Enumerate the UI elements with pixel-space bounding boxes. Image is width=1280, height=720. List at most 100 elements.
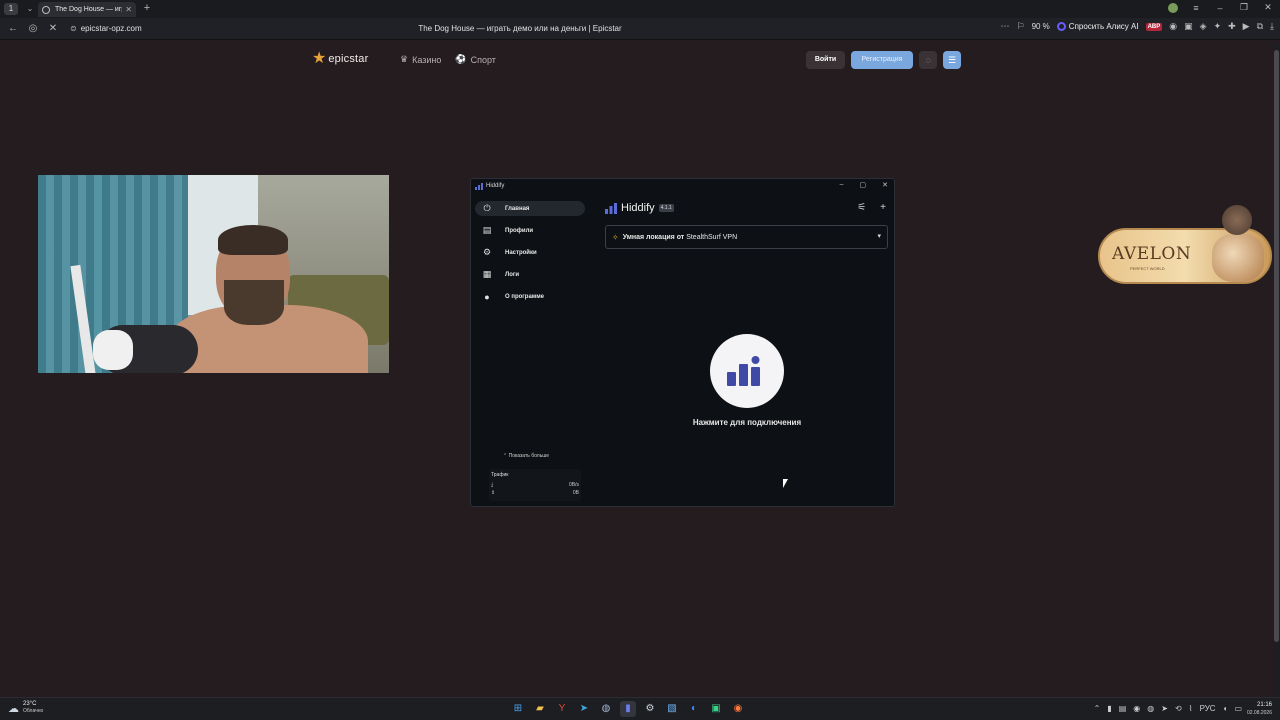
sidebar-item-about[interactable]: ● О программе <box>475 289 585 304</box>
shield-extension-icon[interactable]: ◈ <box>1200 21 1207 32</box>
tray-app-icon[interactable]: ▤ <box>1119 704 1127 713</box>
avelon-ad-banner[interactable]: AVELON PERFECT WORLD <box>1098 228 1272 284</box>
translate-icon[interactable]: ✦ <box>1214 21 1222 32</box>
app-title: Hiddify <box>621 202 655 214</box>
edge-icon[interactable]: ◐ <box>686 701 702 717</box>
yandex-browser-icon[interactable]: Y <box>554 701 570 717</box>
minimize-icon[interactable]: – <box>1214 3 1226 13</box>
login-button[interactable]: Войти <box>806 51 845 69</box>
hiddify-taskbar-icon[interactable]: ▮ <box>620 701 636 717</box>
clock-date: 02.08.2026 <box>1246 710 1272 716</box>
chevron-up-icon: ⌃ <box>503 453 508 459</box>
info-icon: ● <box>484 291 490 302</box>
site-logo[interactable]: ★ epicstar <box>312 51 368 67</box>
collections-icon[interactable]: ⧉ <box>1257 21 1263 32</box>
sidebar-item-logs[interactable]: ▦ Логи <box>475 267 585 282</box>
tabs-list-button[interactable]: ⌄ <box>24 3 36 15</box>
volume-icon[interactable]: ◖ <box>1223 704 1228 713</box>
traffic-speed-row: ⤓ 0B/s <box>491 482 579 488</box>
connect-button[interactable] <box>710 334 784 408</box>
network-icon[interactable]: ▭ <box>1234 704 1242 713</box>
webcam-video <box>38 175 389 373</box>
vpn-extension-icon[interactable]: ◉ <box>1169 21 1177 32</box>
profile-avatar[interactable] <box>1168 2 1178 13</box>
telegram-icon[interactable]: ➤ <box>576 701 592 717</box>
downloads-icon[interactable]: ⤓ <box>1270 21 1274 32</box>
maximize-icon[interactable]: ▢ <box>860 181 867 189</box>
scrollbar-thumb[interactable] <box>1274 50 1279 642</box>
support-icon[interactable]: ◌ <box>919 51 937 69</box>
close-icon[interactable]: ✕ <box>882 181 888 189</box>
dropdown-icon: ▾ <box>877 233 881 240</box>
traffic-total: 0B <box>572 490 579 496</box>
sidebar-item-home[interactable]: ⏻ Главная <box>475 201 585 216</box>
browser-window-controls: ≡ – ❐ ✕ <box>1168 2 1274 13</box>
sidebar-item-settings[interactable]: ⚙ Настройки <box>475 245 585 260</box>
traffic-speed: 0B/s <box>568 482 579 488</box>
tray-globe-icon[interactable]: ◉ <box>1133 704 1140 713</box>
puzzle-icon[interactable]: ✚ <box>1228 21 1236 32</box>
connect-hint: Нажмите для подключения <box>692 418 802 427</box>
version-badge: 4.1.1 <box>658 204 674 212</box>
more-icon[interactable]: ⋯ <box>1000 21 1009 32</box>
new-tab-button[interactable]: + <box>141 2 153 14</box>
obs-icon[interactable]: ◉ <box>730 701 746 717</box>
bookmark-icon[interactable]: ⚐ <box>1016 21 1024 32</box>
page-scrollbar[interactable] <box>1273 42 1280 697</box>
explorer-icon[interactable]: ▰ <box>532 701 548 717</box>
adblock-icon[interactable]: ABP <box>1145 22 1163 31</box>
weather-temperature: 23°C <box>23 701 37 707</box>
traffic-card: Трафик ⤓ 0B/s ⇕ 0B <box>489 469 581 501</box>
nav-casino[interactable]: ♛ Казино <box>400 54 441 65</box>
sidebar-item-label: Настройки <box>505 249 537 256</box>
chevron-up-icon[interactable]: ⌃ <box>1094 704 1101 713</box>
settings-icon[interactable]: ⚙ <box>642 701 658 717</box>
tray-mic-icon[interactable]: ⌇ <box>1189 704 1193 713</box>
alice-button[interactable]: Спросить Алису AI <box>1056 22 1139 31</box>
photos-icon[interactable]: ▧ <box>664 701 680 717</box>
add-icon[interactable]: + <box>880 202 886 213</box>
sidebar-item-label: Профили <box>505 227 534 234</box>
nav-sport[interactable]: ⚽ Спорт <box>455 54 496 65</box>
start-icon[interactable]: ⊞ <box>510 701 526 717</box>
clock-time: 21:16 <box>1256 702 1272 708</box>
updown-arrow-icon: ⇕ <box>491 490 496 496</box>
sidebar-item-label: Главная <box>505 205 530 212</box>
hiddify-toolbar: ⚟ + <box>857 202 886 213</box>
sliders-icon[interactable]: ⚟ <box>857 202 866 213</box>
tray-telegram-icon[interactable]: ➤ <box>1161 704 1168 713</box>
close-icon[interactable]: ✕ <box>1262 2 1274 13</box>
profile-selector[interactable]: ✧ Умная локация от StealthSurf VPN ▾ <box>605 225 888 249</box>
minimize-icon[interactable]: – <box>840 181 844 189</box>
ad-subtitle: PERFECT WORLD <box>1130 266 1165 271</box>
sidebar-item-label: Логи <box>505 271 520 278</box>
steam-icon[interactable]: ◍ <box>598 701 614 717</box>
app-icon[interactable]: ▣ <box>708 701 724 717</box>
hiddify-titlebar[interactable]: Hiddify – ▢ ✕ <box>471 179 894 193</box>
weather-widget[interactable]: ☁ 23°C Облачно <box>8 701 43 715</box>
browser-tab-active[interactable]: The Dog House — играть ✕ <box>38 2 136 17</box>
nav-casino-label: Казино <box>412 54 442 65</box>
zoom-level[interactable]: 90 % <box>1032 22 1050 31</box>
media-icon[interactable]: ▶ <box>1243 21 1250 32</box>
weather-description: Облачно <box>23 708 44 714</box>
hamburger-menu-icon[interactable]: ≡ <box>1190 3 1202 13</box>
browser-tabbar: 1 ⌄ The Dog House — играть ✕ + ≡ – ❐ ✕ <box>0 0 1280 18</box>
browser-menu-button[interactable]: 1 <box>4 3 18 15</box>
tab-close-icon[interactable]: ✕ <box>125 5 132 14</box>
sidebar-item-profiles[interactable]: ▤ Профили <box>475 223 585 238</box>
hiddify-window: Hiddify – ▢ ✕ ⏻ Главная ▤ Профили ⚙ Наст… <box>470 178 895 507</box>
tray-sync-icon[interactable]: ⟲ <box>1175 704 1182 713</box>
hiddify-tray-icon[interactable]: ▮ <box>1107 704 1111 713</box>
webcam-glove <box>93 330 133 370</box>
register-button[interactable]: Регистрация <box>851 51 913 69</box>
clock[interactable]: 21:16 02.08.2026 <box>1247 701 1272 717</box>
cloud-icon: ☁ <box>8 702 19 715</box>
extension-icon[interactable]: ▣ <box>1184 21 1193 32</box>
show-more-button[interactable]: ⌃ Показать больше <box>503 453 549 459</box>
restore-icon[interactable]: ❐ <box>1238 2 1250 13</box>
menu-icon[interactable]: ☰ <box>943 51 961 69</box>
language-indicator[interactable]: РУС <box>1200 704 1216 713</box>
profile-prefix: Умная локация от <box>622 233 685 241</box>
tray-steam-icon[interactable]: ◍ <box>1147 704 1154 713</box>
